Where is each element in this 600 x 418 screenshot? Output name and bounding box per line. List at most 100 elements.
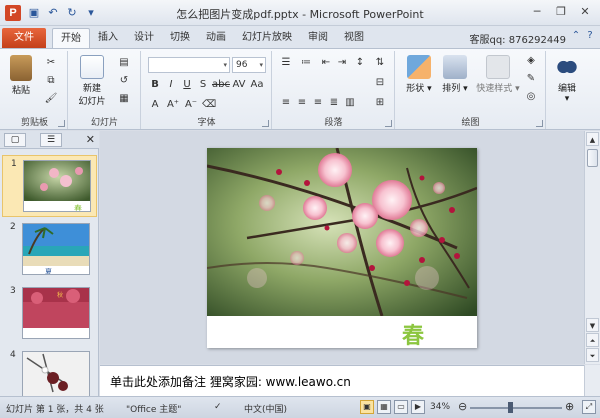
theme-name[interactable]: "Office 主题" [126,402,181,415]
normal-view-button[interactable]: ▣ [360,400,374,414]
zoom-in-icon[interactable]: ⊕ [565,400,574,413]
zoom-level[interactable]: 34% [430,402,450,412]
tab-outline[interactable]: ☰ [40,133,62,147]
minimize-ribbon-icon[interactable]: ⌃ [570,30,582,41]
tab-design[interactable]: 设计 [126,28,162,48]
language-status[interactable]: 中文(中国) [244,402,287,415]
font-name-combo[interactable]: ▾ [148,57,230,73]
window-controls: ─ ❐ ✕ [526,3,596,21]
underline-icon[interactable]: U [180,79,194,91]
slide-counter: 幻灯片 第 1 张，共 4 张 [6,405,104,415]
drawing-launcher-icon[interactable] [536,120,543,127]
numbering-icon[interactable]: ≔ [299,57,313,69]
binoculars-icon [555,55,579,79]
new-slide-icon [80,55,104,79]
align-text-icon[interactable]: ⊟ [373,77,387,89]
slide-thumbnail-3[interactable]: 3 秋 [2,283,97,345]
layout-icon[interactable]: ▤ [117,57,131,69]
increase-indent-icon[interactable]: ⇥ [335,57,349,69]
font-color-icon[interactable]: A [148,99,162,111]
bold-icon[interactable]: B [148,79,162,91]
help-icon[interactable]: ? [584,30,596,41]
justify-icon[interactable]: ≣ [327,97,341,109]
section-icon[interactable]: ▦ [117,93,131,105]
editing-button[interactable]: 编辑 ▾ [551,55,583,104]
tab-file[interactable]: 文件 [2,28,46,48]
shape-fill-icon[interactable]: ◈ [524,55,538,67]
char-spacing-icon[interactable]: AV [232,79,246,91]
quick-styles-button[interactable]: 快速样式 ▾ [476,55,520,94]
tab-transitions[interactable]: 切换 [162,28,198,48]
close-button[interactable]: ✕ [574,3,596,21]
reading-view-button[interactable]: ▭ [394,400,408,414]
slides-group: 新建 幻灯片 ▤ ↺ ▦ 幻灯片 [69,51,141,129]
zoom-out-icon[interactable]: ⊖ [458,400,467,413]
new-slide-button[interactable]: 新建 幻灯片 [73,55,111,107]
arrange-button[interactable]: 排列 ▾ [438,55,472,94]
zoom-slider[interactable] [470,407,562,409]
notes-scrollbar[interactable] [584,365,600,396]
spell-check-icon[interactable]: ✓ [214,402,222,412]
previous-slide-icon[interactable]: ⏶ [586,333,599,347]
ribbon: 粘贴 ✂ ⧉ 🖌 剪贴板 新建 幻灯片 ▤ ↺ ▦ 幻灯片 ▾ 96 ▾ B I … [0,48,600,130]
clipboard-launcher-icon[interactable] [58,120,65,127]
increase-font-icon[interactable]: A⁺ [166,99,180,111]
slide-vertical-scrollbar[interactable]: ▲ ▼ ⏶ ⏷ [584,131,600,364]
next-slide-icon[interactable]: ⏷ [586,348,599,362]
zoom-slider-knob[interactable] [508,402,513,413]
tab-view[interactable]: 视图 [336,28,372,48]
slides-panel-header: ▢ ☰ ✕ [0,131,99,149]
slide-caption-text[interactable]: 春 [402,318,424,348]
slide-editing-area: 春 [100,131,584,364]
italic-icon[interactable]: I [164,79,178,91]
font-launcher-icon[interactable] [262,120,269,127]
scroll-down-icon[interactable]: ▼ [586,318,599,332]
change-case-icon[interactable]: Aa [250,79,264,91]
tab-insert[interactable]: 插入 [90,28,126,48]
tab-slide-show[interactable]: 幻灯片放映 [234,28,300,48]
close-panel-icon[interactable]: ✕ [86,133,95,146]
align-center-icon[interactable]: ≡ [295,97,309,109]
paste-button[interactable]: 粘贴 [6,55,36,96]
copy-icon[interactable]: ⧉ [44,75,58,87]
scroll-up-icon[interactable]: ▲ [586,132,599,146]
line-spacing-icon[interactable]: ↕ [353,57,367,69]
decrease-indent-icon[interactable]: ⇤ [319,57,333,69]
svg-text:秋: 秋 [57,291,63,299]
shape-effects-icon[interactable]: ◎ [524,91,538,103]
columns-icon[interactable]: ▥ [343,97,357,109]
shadow-icon[interactable]: S [196,79,210,91]
decrease-font-icon[interactable]: A⁻ [184,99,198,111]
current-slide[interactable]: 春 [207,148,477,348]
shape-outline-icon[interactable]: ✎ [524,73,538,85]
slide-show-view-button[interactable]: ▶ [411,400,425,414]
text-direction-icon[interactable]: ⇅ [373,57,387,69]
fit-to-window-button[interactable]: ⤢ [582,400,596,414]
minimize-button[interactable]: ─ [526,3,548,21]
window-title: 怎么把图片变成pdf.pptx - Microsoft PowerPoint [176,8,424,21]
slide-sorter-view-button[interactable]: ▦ [377,400,391,414]
cut-icon[interactable]: ✂ [44,57,58,69]
clear-formatting-icon[interactable]: ⌫ [202,99,216,111]
paragraph-launcher-icon[interactable] [385,120,392,127]
font-size-combo[interactable]: 96 ▾ [232,57,266,73]
tab-home[interactable]: 开始 [52,28,90,48]
slide-thumbnail-2[interactable]: 2 夏 [2,219,97,281]
tab-slides-thumbnails[interactable]: ▢ [4,133,26,147]
tab-animations[interactable]: 动画 [198,28,234,48]
strikethrough-icon[interactable]: abc [212,79,230,91]
format-painter-icon[interactable]: 🖌 [44,93,58,105]
slide-thumbnail-1[interactable]: 1 春 [2,155,97,217]
reset-icon[interactable]: ↺ [117,75,131,87]
align-left-icon[interactable]: ≡ [279,97,293,109]
arrange-icon [443,55,467,79]
font-group: ▾ 96 ▾ B I U S abc AV Aa A A⁺ A⁻ ⌫ 字体 [142,51,272,129]
align-right-icon[interactable]: ≡ [311,97,325,109]
notes-pane[interactable]: 单击此处添加备注 狸窝家园: www.leawo.cn [100,365,584,396]
tab-review[interactable]: 审阅 [300,28,336,48]
bullets-icon[interactable]: ☰ [279,57,293,69]
scroll-thumb[interactable] [587,149,598,167]
restore-button[interactable]: ❐ [550,3,572,21]
smartart-icon[interactable]: ⊞ [373,97,387,109]
shapes-button[interactable]: 形状 ▾ [402,55,436,94]
